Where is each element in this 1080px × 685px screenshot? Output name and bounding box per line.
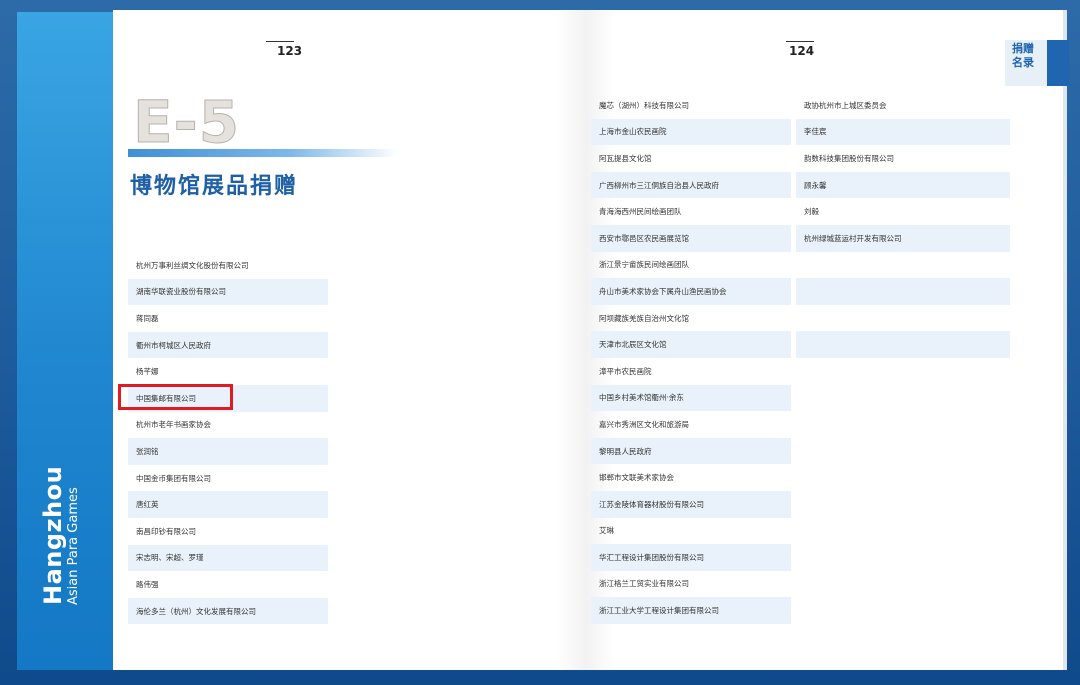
list-item: 杭州市老年书画家协会 [136,420,211,430]
list-item: 蒋同磊 [136,313,159,323]
page-number-right: 124 [789,44,815,58]
list-item: 嘉兴市秀洲区文化和旅游局 [599,419,689,429]
list-item: 南昌印钞有限公司 [136,526,196,536]
donor-list-right-1: 魔芯（湖州）科技有限公司上海市金山农民画院阿瓦提县文化馆广西柳州市三江侗族自治县… [591,92,791,624]
highlight-box [118,384,233,410]
section-tab-label: 捐赠 名录 [1012,42,1034,70]
section-tab-marker [1047,40,1069,86]
list-item [796,331,1010,358]
list-item: 宋志明、宋超、罗瑾 [128,544,328,572]
list-item: 浙江工业大学工程设计集团有限公司 [591,597,791,624]
list-item: 路伟强 [136,579,159,589]
list-item: 顾永馨 [796,171,1010,199]
list-item [796,278,1010,305]
list-item: 张润铭 [128,438,328,465]
list-item [796,358,1010,385]
list-item: 刘毅 [804,207,819,217]
list-item: 天津市北辰区文化馆 [591,331,791,358]
list-item: 韵数科技集团股份有限公司 [804,153,894,163]
section-title: 博物馆展品捐赠 [130,174,299,199]
list-item: 魔芯（湖州）科技有限公司 [599,100,689,110]
list-item: 唐红英 [128,491,328,518]
section-tab-line1: 捐赠 [1012,42,1034,55]
spine-subtitle: Asian Para Games [66,487,81,605]
page-edge [1063,10,1067,670]
list-item: 湖南华联瓷业股份有限公司 [128,278,328,306]
list-item: 上海市金山农民画院 [591,118,791,146]
list-item: 中国金币集团有限公司 [136,473,211,483]
list-item: 阿坝藏族羌族自治州文化馆 [599,313,689,323]
list-item: 海伦多兰（杭州）文化发展有限公司 [128,597,328,625]
list-item: 李佳宸 [796,118,1010,146]
list-item: 西安市鄠邑区农民画展览馆 [591,224,791,252]
spine-title: Hangzhou [39,465,67,605]
list-item: 舟山市美术家协会下属舟山渔民画协会 [591,278,791,305]
page-number-rule-right [786,41,814,42]
list-item: 江苏金陵体育器材股份有限公司 [591,490,791,518]
list-item [796,305,1010,332]
list-item: 华汇工程设计集团股份有限公司 [591,544,791,571]
list-item: 中国乡村美术馆衢州·余东 [591,384,791,412]
section-tab-line2: 名录 [1012,56,1034,69]
title-accent-bar [128,149,398,157]
list-item: 广西柳州市三江侗族自治县人民政府 [591,171,791,199]
list-item: 邯郸市文联美术家协会 [599,473,674,483]
list-item: 漳平市农民画院 [599,366,652,376]
list-item: 杨芊娜 [136,367,159,377]
list-item [796,252,1010,279]
list-item: 杭州万事利丝绸文化股份有限公司 [136,260,249,270]
list-item: 杭州绿城蓝运村开发有限公司 [796,224,1010,252]
donor-list-left: 杭州万事利丝绸文化股份有限公司湖南华联瓷业股份有限公司蒋同磊衢州市柯城区人民政府… [128,252,328,625]
list-item: 青海海西州民间绘画团队 [599,207,682,217]
list-item: 艾琳 [599,526,614,536]
list-item: 浙江景宁畲族民间绘画团队 [599,260,689,270]
donor-list-right-2: 政协杭州市上城区委员会李佳宸韵数科技集团股份有限公司顾永馨刘毅杭州绿城蓝运村开发… [796,92,1010,385]
page-number-left: 123 [277,44,303,58]
section-code: E-5 [132,88,241,157]
spine-text: Hangzhou Asian Para Games [39,465,81,605]
list-item: 阿瓦提县文化馆 [599,153,652,163]
list-item: 浙江格兰工贸实业有限公司 [599,579,689,589]
list-item: 衢州市柯城区人民政府 [128,331,328,359]
page-number-rule-left [266,41,294,42]
list-item: 黎明县人民政府 [591,437,791,465]
list-item: 政协杭州市上城区委员会 [804,100,887,110]
